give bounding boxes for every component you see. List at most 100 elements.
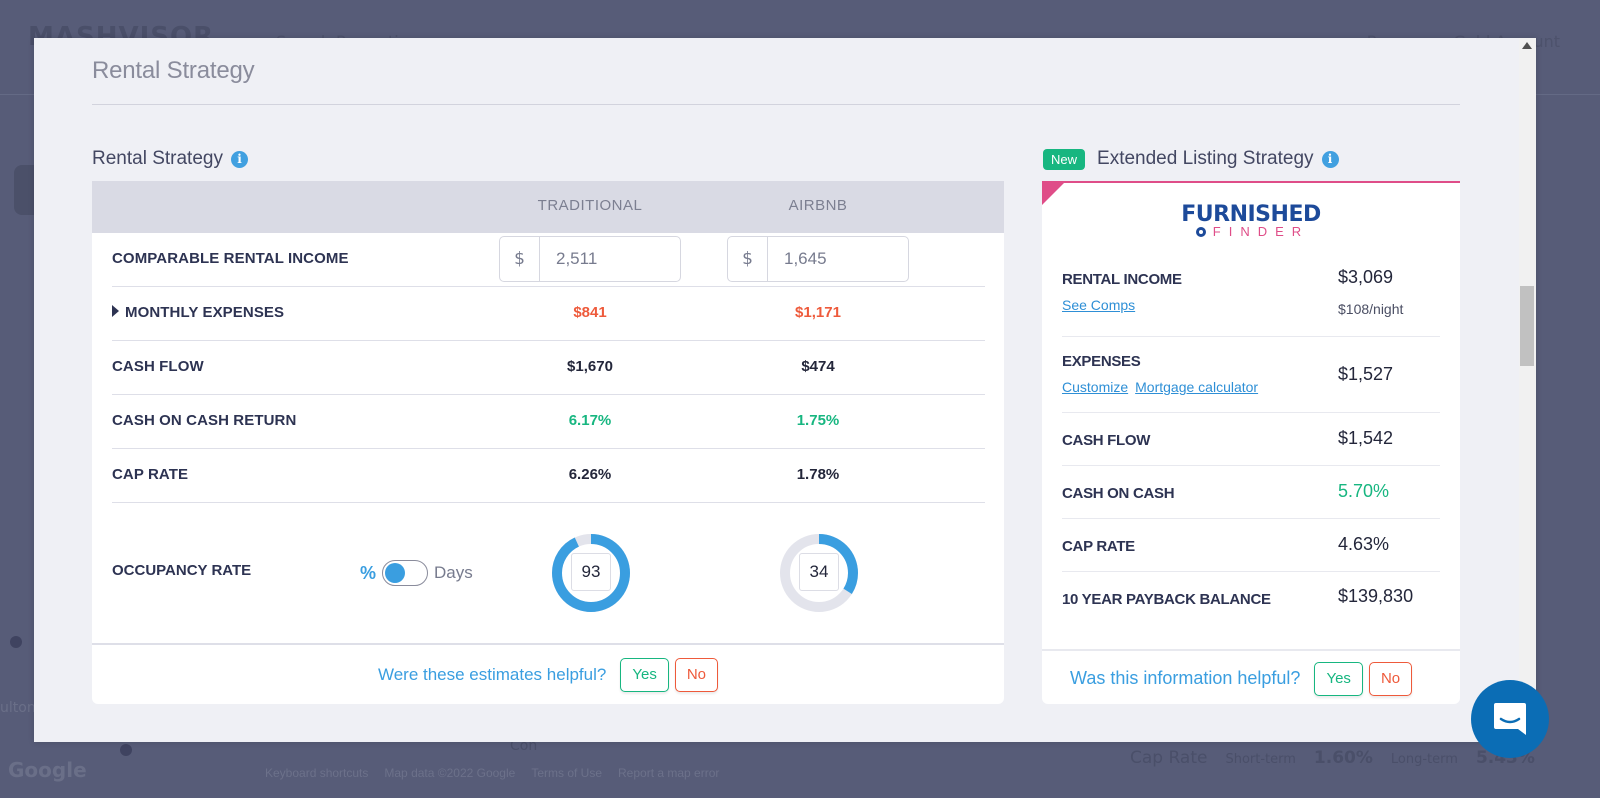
feedback-no-button[interactable]: No: [1368, 661, 1413, 696]
see-comps-link[interactable]: See Comps: [1062, 297, 1135, 313]
rental-income-value: $3,069: [1338, 267, 1394, 287]
airbnb-value: 1.78%: [796, 466, 840, 483]
mortgage-calculator-link[interactable]: Mortgage calculator: [1135, 379, 1258, 395]
information-feedback: Was this information helpful? Yes No: [1042, 649, 1460, 706]
modal-divider: [92, 104, 1460, 105]
logo-text-bottom-label: FINDER: [1212, 224, 1310, 239]
traditional-income-input[interactable]: $: [499, 236, 681, 282]
percent-days-toggle[interactable]: [382, 560, 429, 586]
payback-balance-value: $139,830: [1338, 586, 1414, 606]
rental-strategy-heading: Rental Strategy i: [92, 148, 248, 170]
expenses-value: $1,527: [1338, 364, 1394, 384]
corner-ribbon: [1042, 183, 1064, 205]
table-row-cash-on-cash-return: CASH ON CASH RETURN 6.17% 1.75%: [112, 395, 985, 449]
table-row-occupancy-rate: OCCUPANCY RATE % Days 93 34: [112, 503, 985, 643]
row-links: See Comps: [1062, 297, 1135, 313]
caret-right-icon[interactable]: [112, 305, 119, 317]
map-footer: Keyboard shortcuts Map data ©2022 Google…: [265, 766, 719, 780]
extended-listing-card: FURNISHED FINDER RENTAL INCOME See Comps…: [1042, 181, 1460, 704]
key-icon: [1196, 227, 1206, 237]
airbnb-value: $1,171: [795, 304, 841, 321]
background-cap-rate: Cap Rate Short-term 1.60% Long-term 5.43…: [1130, 748, 1535, 768]
modal-scrollbar[interactable]: [1519, 38, 1536, 742]
feedback-question: Was this information helpful?: [1070, 668, 1301, 688]
row-label: CAP RATE: [112, 466, 189, 483]
occupancy-value-input[interactable]: 34: [799, 553, 839, 591]
nightly-rate: $108/night: [1338, 301, 1404, 317]
currency-prefix: $: [500, 237, 540, 281]
rental-strategy-table: TRADITIONAL AIRBNB COMPARABLE RENTAL INC…: [92, 181, 1004, 704]
map-label: ulton: [0, 700, 36, 716]
chat-widget-button[interactable]: [1471, 680, 1549, 758]
row-label: RENTAL INCOME: [1062, 271, 1182, 288]
column-header-traditional: TRADITIONAL: [537, 197, 643, 214]
customize-link[interactable]: Customize: [1062, 379, 1128, 395]
map-footer-link[interactable]: Report a map error: [618, 766, 719, 780]
table-row-monthly-expenses[interactable]: MONTHLY EXPENSES $841 $1,171: [112, 287, 985, 341]
traditional-value: 6.26%: [568, 466, 612, 483]
table-header: TRADITIONAL AIRBNB: [92, 181, 1004, 233]
row-label: CASH FLOW: [112, 358, 204, 375]
row-label: CAP RATE: [1062, 538, 1135, 555]
map-footer-link[interactable]: Terms of Use: [531, 766, 602, 780]
airbnb-income-field[interactable]: [768, 237, 908, 281]
table-row-cap-rate: CAP RATE 6.26% 1.78%: [112, 449, 985, 503]
column-header-airbnb: AIRBNB: [788, 197, 848, 214]
row-label: COMPARABLE RENTAL INCOME: [112, 250, 349, 267]
table-row-cash-flow: CASH FLOW $1,670 $474: [112, 341, 985, 395]
cash-on-cash-value: 5.70%: [1338, 481, 1390, 501]
modal-title: Rental Strategy: [92, 57, 255, 84]
furnished-finder-logo: FURNISHED FINDER: [1042, 202, 1460, 239]
traditional-value: 6.17%: [568, 412, 612, 429]
cap-rate-row: CAP RATE 4.63%: [1062, 519, 1440, 572]
info-icon[interactable]: i: [230, 150, 248, 168]
long-term-label: Long-term: [1390, 752, 1458, 767]
row-label: EXPENSES: [1062, 353, 1141, 370]
map-marker-icon: [10, 636, 22, 648]
payback-balance-row: 10 YEAR PAYBACK BALANCE $139,830: [1062, 572, 1440, 625]
toggle-knob: [385, 563, 406, 583]
feedback-no-button[interactable]: No: [674, 657, 719, 692]
traditional-value: $841: [573, 304, 607, 321]
rental-income-row: RENTAL INCOME See Comps $3,069 $108/nigh…: [1062, 255, 1440, 337]
currency-prefix: $: [728, 237, 768, 281]
map-marker-icon: [120, 744, 132, 756]
cash-flow-row: CASH FLOW $1,542: [1062, 413, 1440, 466]
info-icon[interactable]: i: [1321, 150, 1339, 168]
airbnb-value: 1.75%: [796, 412, 840, 429]
feedback-yes-button[interactable]: Yes: [620, 657, 669, 692]
feedback-yes-button[interactable]: Yes: [1314, 661, 1363, 696]
days-label: Days: [434, 563, 473, 582]
table-row-comparable-rental-income: COMPARABLE RENTAL INCOME $ $: [112, 233, 985, 287]
section-title: Rental Strategy: [92, 148, 223, 169]
traditional-income-field[interactable]: [540, 237, 680, 281]
row-label[interactable]: MONTHLY EXPENSES: [112, 304, 284, 321]
map-footer-link[interactable]: Keyboard shortcuts: [265, 766, 368, 780]
short-term-label: Short-term: [1225, 752, 1296, 767]
expenses-row: EXPENSES Customize Mortgage calculator $…: [1062, 337, 1440, 413]
row-label: CASH ON CASH RETURN: [112, 412, 297, 429]
extended-listing-heading: New Extended Listing Strategy i: [1043, 148, 1339, 170]
occupancy-unit-toggle-group: % Days: [360, 560, 473, 586]
short-term-value: 1.60%: [1313, 748, 1373, 768]
scrollbar-thumb[interactable]: [1520, 286, 1534, 366]
cash-flow-value: $1,542: [1338, 428, 1394, 448]
logo-text-bottom: FINDER: [1042, 225, 1460, 239]
scroll-up-arrow-icon[interactable]: [1522, 42, 1532, 49]
row-label: CASH FLOW: [1062, 432, 1151, 449]
airbnb-income-input[interactable]: $: [727, 236, 909, 282]
occupancy-value-input[interactable]: 93: [571, 553, 611, 591]
airbnb-occupancy-donut: 34: [779, 533, 859, 613]
feedback-question: Were these estimates helpful?: [377, 664, 607, 684]
percent-label: %: [360, 562, 377, 583]
airbnb-value: $474: [801, 358, 835, 375]
logo-text-top: FURNISHED: [1181, 202, 1321, 227]
cash-on-cash-row: CASH ON CASH 5.70%: [1062, 466, 1440, 519]
row-label: 10 YEAR PAYBACK BALANCE: [1062, 591, 1271, 608]
section-title: Extended Listing Strategy: [1097, 148, 1314, 169]
chat-icon: [1494, 703, 1526, 735]
new-badge: New: [1043, 148, 1086, 170]
cap-rate-value: 4.63%: [1338, 534, 1390, 554]
rental-strategy-modal: Rental Strategy Rental Strategy i TRADIT…: [34, 38, 1536, 742]
row-links: Customize Mortgage calculator: [1062, 379, 1258, 395]
